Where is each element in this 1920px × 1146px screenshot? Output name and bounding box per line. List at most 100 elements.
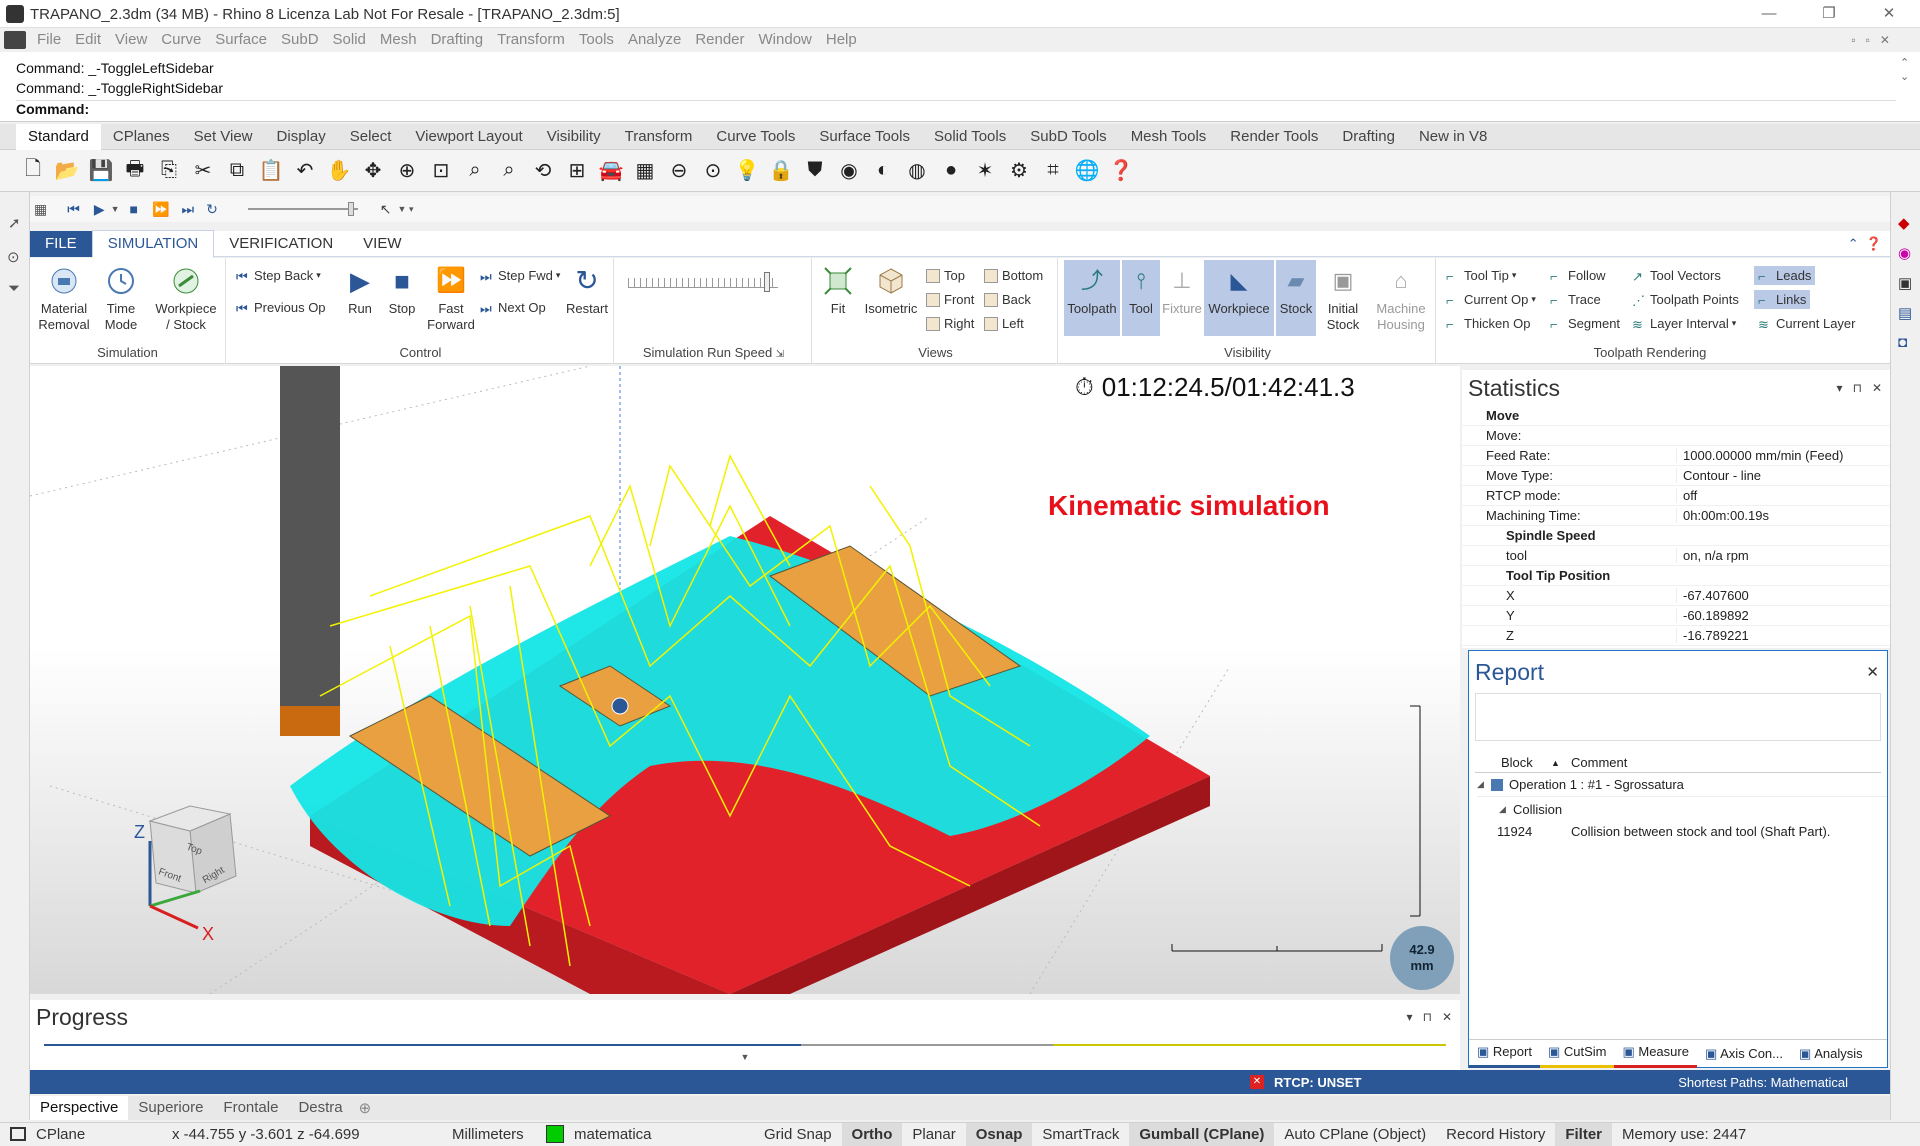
properties-icon[interactable]: ◆: [1898, 214, 1910, 232]
bottom-view-button[interactable]: Bottom: [984, 268, 1043, 283]
fit-button[interactable]: Fit: [818, 264, 858, 317]
four-views-icon[interactable]: ⊞: [563, 157, 591, 185]
mdi-controls[interactable]: ▫ ▫ ✕: [1851, 33, 1920, 47]
machine-housing-toggle[interactable]: ⌂ Machine Housing: [1370, 264, 1432, 333]
orbit-icon[interactable]: ⊙: [7, 248, 20, 266]
add-viewport-icon[interactable]: ⊕: [359, 1099, 372, 1117]
pan-icon[interactable]: ✋: [325, 157, 353, 185]
toolbar-tab-visibility[interactable]: Visibility: [535, 124, 613, 150]
scale-icon[interactable]: ⌗: [1039, 157, 1067, 185]
report-tab-axis-con[interactable]: ▣ Axis Con...: [1697, 1041, 1791, 1067]
toolpath-toggle[interactable]: ⤴ Toolpath: [1064, 260, 1120, 336]
previous-op-button[interactable]: ⏮ Previous Op: [236, 300, 326, 316]
status-smarttrack[interactable]: SmartTrack: [1032, 1123, 1129, 1146]
snap-icon[interactable]: ⊖: [665, 157, 693, 185]
toolbar-tab-transform[interactable]: Transform: [613, 124, 705, 150]
col-comment[interactable]: Comment: [1571, 755, 1627, 770]
isometric-button[interactable]: Isometric: [860, 264, 922, 317]
toolbar-tab-curve-tools[interactable]: Curve Tools: [704, 124, 807, 150]
pointer-icon[interactable]: ↖: [380, 201, 392, 218]
run-button[interactable]: ▶ Run: [340, 264, 380, 317]
perspective-viewport[interactable]: Z X Top Front Right: [30, 366, 1460, 994]
stat-row-move[interactable]: Move:: [1462, 426, 1890, 446]
target-icon[interactable]: ⊙: [699, 157, 727, 185]
layers-icon[interactable]: ▤: [1898, 304, 1912, 322]
menu-curve[interactable]: Curve: [154, 28, 208, 52]
status-filter[interactable]: Filter: [1555, 1122, 1613, 1146]
menu-analyze[interactable]: Analyze: [621, 28, 688, 52]
speed-slider[interactable]: [247, 202, 358, 216]
next-op-button[interactable]: ⏭ Next Op: [480, 300, 546, 316]
report-tab-cutsim[interactable]: ▣ CutSim: [1539, 1039, 1615, 1068]
tab-verification[interactable]: VERIFICATION: [214, 231, 348, 257]
shield-icon[interactable]: ⛊: [801, 157, 829, 185]
print-icon[interactable]: 🖶: [121, 157, 149, 185]
stat-row-spindle-speed[interactable]: Spindle Speed: [1462, 526, 1890, 546]
undo-icon[interactable]: ↶: [291, 157, 319, 185]
report-tab-measure[interactable]: ▣ Measure: [1614, 1039, 1697, 1068]
tab-view[interactable]: VIEW: [348, 231, 416, 257]
status-planar[interactable]: Planar: [902, 1123, 965, 1146]
step-back-button[interactable]: ⏮ Step Back ▾: [236, 268, 321, 284]
cut-icon[interactable]: ✂: [189, 157, 217, 185]
workpiece-toggle[interactable]: ◣ Workpiece: [1204, 260, 1274, 336]
minimize-button[interactable]: —: [1746, 2, 1792, 26]
report-collision-row[interactable]: ◢ Collision: [1499, 797, 1887, 821]
materials-icon[interactable]: ◉: [1898, 244, 1911, 262]
toolbar-tab-select[interactable]: Select: [338, 124, 404, 150]
menu-edit[interactable]: Edit: [68, 28, 108, 52]
command-prompt[interactable]: Command:: [16, 100, 1896, 117]
zoom-icon[interactable]: ⊕: [393, 157, 421, 185]
current-layer-label[interactable]: matematica: [564, 1123, 754, 1146]
undo-view-icon[interactable]: ⟲: [529, 157, 557, 185]
viewport-tab-frontale[interactable]: Frontale: [213, 1096, 288, 1120]
time-mode-button[interactable]: Time Mode: [96, 264, 146, 333]
fast-forward-button[interactable]: ⏩ Fast Forward: [426, 264, 476, 333]
stat-row-feed-rate[interactable]: Feed Rate: 1000.00000 mm/min (Feed): [1462, 446, 1890, 466]
report-tab-report[interactable]: ▣ Report: [1469, 1039, 1540, 1068]
close-button[interactable]: ✕: [1866, 2, 1912, 26]
viewport-tab-destra[interactable]: Destra: [288, 1096, 352, 1120]
skip-end-icon[interactable]: ⏭: [181, 201, 194, 218]
menu-subd[interactable]: SubD: [274, 28, 326, 52]
col-block[interactable]: Block: [1501, 755, 1551, 770]
display-icon[interactable]: ▣: [1898, 274, 1912, 292]
cplane-label[interactable]: CPlane: [26, 1123, 162, 1146]
globe-icon[interactable]: 🌐: [1073, 157, 1101, 185]
toolbar-tab-viewport-layout[interactable]: Viewport Layout: [403, 124, 534, 150]
status-gumball-cplane[interactable]: Gumball (CPlane): [1129, 1122, 1275, 1146]
statistics-panel-controls[interactable]: ▾ ⊓ ✕: [1837, 381, 1890, 395]
report-entry-row[interactable]: 11924 Collision between stock and tool (…: [1497, 821, 1887, 841]
viewport-tab-superiore[interactable]: Superiore: [128, 1096, 213, 1120]
toolbar-tab-new-in-v8[interactable]: New in V8: [1407, 124, 1499, 150]
fixture-toggle[interactable]: ⊥ Fixture: [1162, 264, 1202, 317]
toolbar-tab-render-tools[interactable]: Render Tools: [1218, 124, 1330, 150]
layer-interval-button[interactable]: ≋ Layer Interval ▾: [1632, 316, 1736, 332]
help-icon[interactable]: ❓: [1107, 157, 1135, 185]
car-icon[interactable]: 🚘: [597, 157, 625, 185]
shaded-sphere-icon[interactable]: ◐: [869, 157, 897, 185]
stop-icon[interactable]: ■: [130, 201, 138, 217]
step-fwd-button[interactable]: ⏭ Step Fwd ▾: [480, 268, 560, 284]
toolbar-tab-display[interactable]: Display: [265, 124, 338, 150]
stat-row-x[interactable]: X -67.407600: [1462, 586, 1890, 606]
status-ortho[interactable]: Ortho: [841, 1122, 903, 1146]
tool-vectors-button[interactable]: ↗ Tool Vectors: [1632, 268, 1721, 284]
units-label[interactable]: Millimeters: [442, 1123, 546, 1146]
thicken-op-button[interactable]: ⌐ Thicken Op: [1446, 316, 1530, 332]
leads-toggle[interactable]: ⌐ Leads: [1754, 266, 1816, 285]
stat-row-z[interactable]: Z -16.789221: [1462, 626, 1890, 646]
stat-row-tool-tip-position[interactable]: Tool Tip Position: [1462, 566, 1890, 586]
tool-toggle[interactable]: ⫯ Tool: [1122, 260, 1160, 336]
run-speed-slider[interactable]: [628, 278, 778, 288]
paste-icon[interactable]: 📋: [257, 157, 285, 185]
toolbar-tab-drafting[interactable]: Drafting: [1330, 124, 1407, 150]
progress-bar[interactable]: [44, 1044, 1446, 1046]
report-operation-row[interactable]: ◢ Operation 1 : #1 - Sgrossatura: [1477, 773, 1887, 797]
menu-help[interactable]: Help: [819, 28, 864, 52]
initial-stock-toggle[interactable]: ▣ Initial Stock: [1318, 264, 1368, 333]
plugin-icon[interactable]: ◘: [1898, 334, 1907, 351]
menu-tools[interactable]: Tools: [572, 28, 621, 52]
report-filter-box[interactable]: [1475, 693, 1881, 741]
command-scroll[interactable]: ⌃ ⌄: [1900, 56, 1909, 84]
